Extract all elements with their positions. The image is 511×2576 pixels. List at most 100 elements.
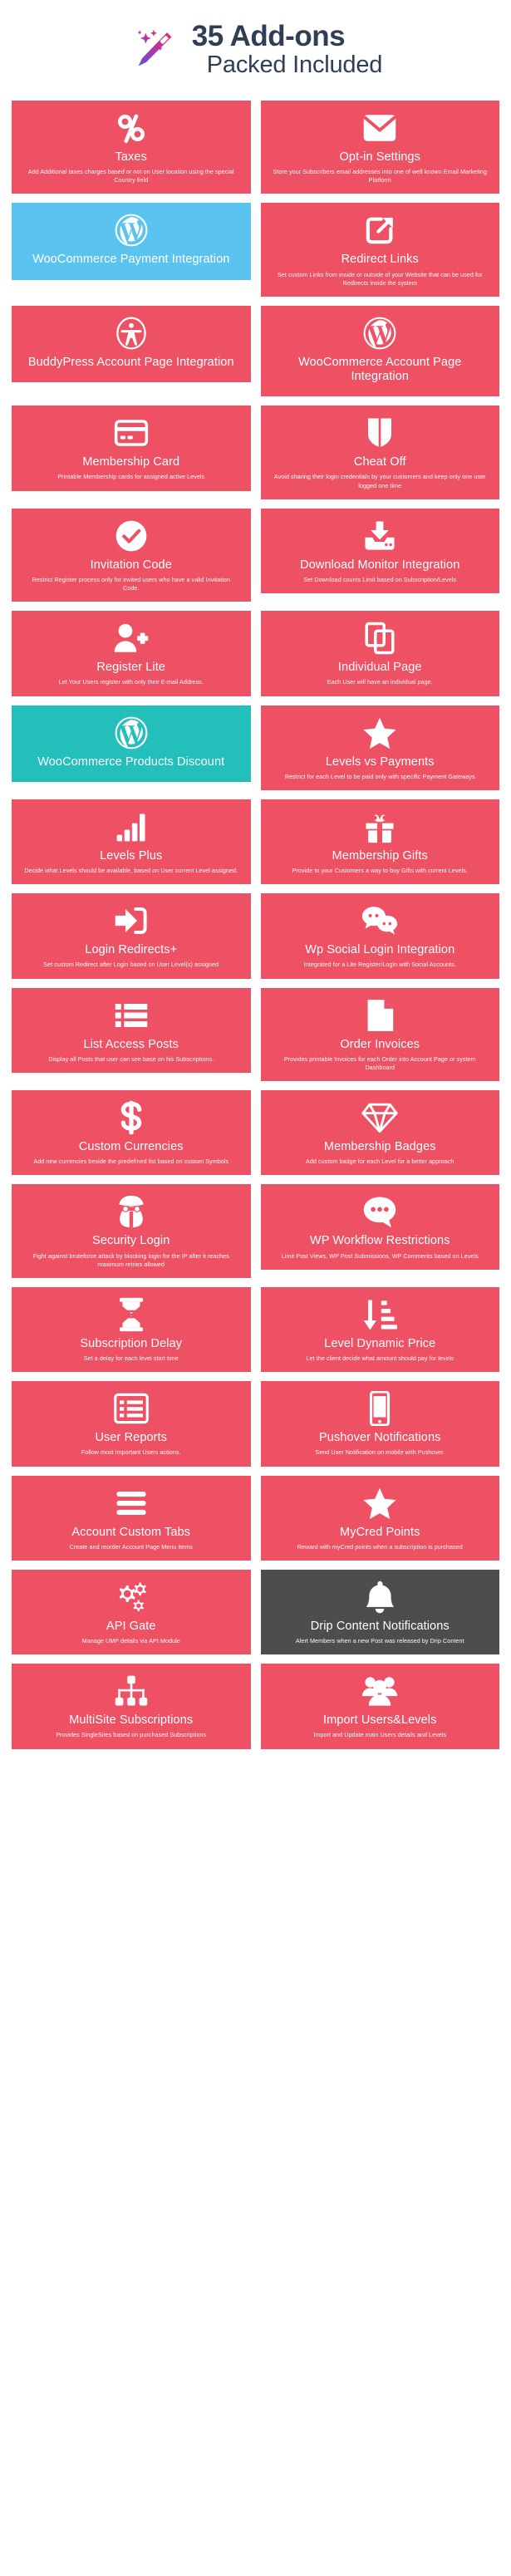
- addon-cell: BuddyPress Account Page Integration: [7, 302, 256, 402]
- magic-wand-icon: [129, 24, 180, 76]
- addon-title: Download Monitor Integration: [300, 558, 460, 572]
- addon-card[interactable]: WooCommerce Products Discount: [12, 705, 251, 782]
- addon-card[interactable]: Cheat Off Avoid sharing their login crede…: [260, 406, 499, 499]
- addon-description: Let the client decide what amount should…: [306, 1354, 454, 1363]
- check-circle-icon: [114, 519, 149, 553]
- addon-card[interactable]: Register Lite Let Your Users register wit…: [12, 611, 251, 696]
- addon-title: Account Custom Tabs: [71, 1525, 191, 1539]
- addon-description: Add new currencies beside the predefined…: [33, 1158, 229, 1166]
- addon-card[interactable]: Invitation Code Restrict Register process…: [12, 508, 251, 602]
- addon-card[interactable]: Levels vs Payments Restrict for each Leve…: [260, 705, 499, 790]
- addon-card[interactable]: WooCommerce Payment Integration: [12, 203, 251, 280]
- addon-cell: Levels Plus Decide what Levels should be …: [7, 796, 256, 890]
- percent-icon: [115, 111, 148, 145]
- addon-card[interactable]: BuddyPress Account Page Integration: [12, 305, 251, 383]
- addon-title: Import Users&Levels: [323, 1713, 437, 1728]
- page-title: 35 Add-ons: [191, 20, 346, 52]
- addon-cell: MyCred Points Reward with myCred points w…: [256, 1472, 505, 1566]
- addon-description: Let Your Users register with only their …: [58, 678, 204, 686]
- menu-bars-icon: [114, 1486, 149, 1521]
- addon-card[interactable]: Account Custom Tabs Create and reorder Ac…: [12, 1475, 251, 1561]
- addon-cell: Download Monitor Integration Set Download…: [256, 505, 505, 608]
- addon-card[interactable]: Taxes Add Additional taxes charges based …: [12, 100, 251, 194]
- addon-title: Security Login: [92, 1234, 170, 1248]
- addon-card[interactable]: API Gate Manage UMP details via API Modul…: [12, 1569, 251, 1655]
- addon-title: API Gate: [106, 1619, 156, 1633]
- page-header: 35 Add-ons Packed Included: [0, 0, 511, 97]
- addon-card[interactable]: Membership Gifts Provide to your Customer…: [260, 799, 499, 885]
- addon-cell: List Access Posts Display all Posts that …: [7, 985, 256, 1088]
- addon-cell: Level Dynamic Price Let the client decide…: [256, 1284, 505, 1378]
- addon-card[interactable]: Individual Page Each User will have an in…: [260, 611, 499, 696]
- users-group-icon: [361, 1674, 398, 1708]
- addon-card[interactable]: Download Monitor Integration Set Download…: [260, 508, 499, 594]
- addon-title: WooCommerce Account Page Integration: [298, 355, 462, 384]
- addon-cell: Membership Badges Add custom badge for ea…: [256, 1087, 505, 1181]
- addon-card[interactable]: Opt-in Settings Store your Subscribers em…: [260, 100, 499, 194]
- addons-page: 35 Add-ons Packed Included Taxes Add Addi…: [0, 0, 511, 1763]
- addon-card[interactable]: User Reports Follow most important Users …: [12, 1381, 251, 1467]
- addon-card[interactable]: MyCred Points Reward with myCred points w…: [260, 1475, 499, 1561]
- addon-description: Store your Subscribers email addresses i…: [273, 167, 488, 184]
- bar-chart-icon: [115, 809, 148, 844]
- addon-card[interactable]: Pushover Notifications Send User Notifica…: [260, 1381, 499, 1467]
- addon-cell: WP Workflow Restrictions Limit Post Views…: [256, 1181, 505, 1284]
- addon-title: Custom Currencies: [78, 1140, 184, 1154]
- wordpress-icon: [114, 715, 149, 750]
- chat-bubbles-icon: [361, 903, 398, 938]
- addon-card[interactable]: Order Invoices Provides printable Invoice…: [260, 987, 499, 1082]
- addon-cell: Wp Social Login Integration Integrated fo…: [256, 890, 505, 984]
- addon-cell: Redirect Links Set custom Links from insi…: [256, 199, 505, 302]
- addon-description: Manage UMP details via API Module: [81, 1637, 180, 1645]
- addon-card[interactable]: Custom Currencies Add new currencies besi…: [12, 1090, 251, 1176]
- addon-title: List Access Posts: [83, 1037, 179, 1051]
- addon-cell: WooCommerce Account Page Integration: [256, 302, 505, 402]
- addon-card[interactable]: MultiSite Subscriptions Provides SingleSi…: [12, 1664, 251, 1749]
- addon-card[interactable]: Wp Social Login Integration Integrated fo…: [260, 893, 499, 979]
- addon-description: Add Additional taxes charges based or no…: [27, 167, 234, 184]
- spy-icon: [115, 1194, 148, 1229]
- addon-cell: Subscription Delay Set a delay for each l…: [7, 1284, 256, 1378]
- addon-title: Levels vs Payments: [325, 755, 435, 769]
- addon-card[interactable]: Import Users&Levels Import and Update mai…: [260, 1664, 499, 1749]
- addon-card[interactable]: WP Workflow Restrictions Limit Post Views…: [260, 1184, 499, 1270]
- addon-description: Printable Membership cards for assigned …: [57, 473, 205, 481]
- addon-title: Register Lite: [96, 661, 166, 675]
- addon-cell: Invitation Code Restrict Register process…: [7, 505, 256, 608]
- dollar-icon: [120, 1100, 143, 1135]
- mobile-phone-icon: [368, 1391, 391, 1427]
- addon-description: Avoid sharing their login credentials by…: [273, 473, 486, 489]
- addon-cell: WooCommerce Payment Integration: [7, 199, 256, 302]
- addon-description: Limit Post Views, WP Post Submissions, W…: [281, 1251, 479, 1260]
- addon-cell: WooCommerce Products Discount: [7, 702, 256, 796]
- shield-icon: [366, 415, 394, 450]
- user-plus-icon: [113, 621, 150, 656]
- addon-title: BuddyPress Account Page Integration: [27, 355, 234, 369]
- addon-card[interactable]: Level Dynamic Price Let the client decide…: [260, 1287, 499, 1373]
- addon-card[interactable]: Login Redirects+ Set custom Redirect afte…: [12, 893, 251, 979]
- addon-card[interactable]: Drip Content Notifications Alert Members …: [260, 1569, 499, 1655]
- sitemap-icon: [114, 1674, 149, 1708]
- addon-title: Membership Badges: [323, 1140, 436, 1154]
- addon-description: Set a delay for each level start time: [83, 1354, 179, 1363]
- star-icon: [362, 715, 397, 750]
- addon-card[interactable]: Levels Plus Decide what Levels should be …: [12, 799, 251, 885]
- sort-amount-down-icon: [362, 1297, 398, 1332]
- addon-cell: Cheat Off Avoid sharing their login crede…: [256, 402, 505, 505]
- addon-card[interactable]: Security Login Fight against bruteforce a…: [12, 1184, 251, 1278]
- addon-description: Import and Update main Users details and…: [313, 1731, 447, 1739]
- addon-card[interactable]: Subscription Delay Set a delay for each l…: [12, 1287, 251, 1373]
- page-subtitle: Packed Included: [206, 52, 383, 79]
- addon-card[interactable]: WooCommerce Account Page Integration: [260, 305, 499, 397]
- addon-cell: User Reports Follow most important Users …: [7, 1378, 256, 1472]
- addon-card[interactable]: Membership Card Printable Membership card…: [12, 406, 251, 491]
- document-icon: [365, 998, 395, 1033]
- addon-title: Drip Content Notifications: [310, 1619, 450, 1633]
- addon-card[interactable]: Redirect Links Set custom Links from insi…: [260, 203, 499, 297]
- addon-card[interactable]: Membership Badges Add custom badge for ea…: [260, 1090, 499, 1176]
- addon-card[interactable]: List Access Posts Display all Posts that …: [12, 987, 251, 1073]
- comment-dots-icon: [362, 1194, 397, 1229]
- addon-cell: Register Lite Let Your Users register wit…: [7, 607, 256, 701]
- credit-card-icon: [114, 415, 149, 450]
- addon-cell: Account Custom Tabs Create and reorder Ac…: [7, 1472, 256, 1566]
